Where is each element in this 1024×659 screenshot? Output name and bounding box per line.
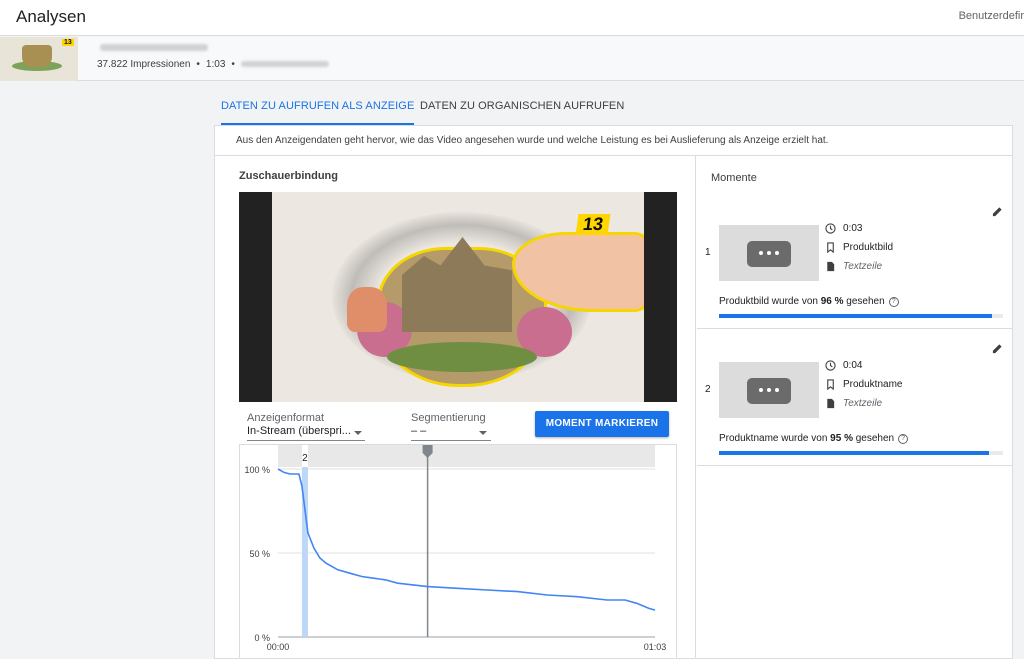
- moment-stat: Produktbild wurde von 96 % gesehen?: [719, 296, 899, 307]
- x-tick-label: 01:03: [644, 642, 667, 652]
- moment-type: Produktbild: [843, 242, 894, 253]
- moment-card-2[interactable]: 2 0:04 Produktname Textzeile Produktname…: [697, 329, 1013, 466]
- frame-grass: [387, 342, 537, 372]
- tab-ad-views[interactable]: DATEN ZU AUFRUFEN ALS ANZEIGE: [221, 94, 415, 125]
- moments-pane: Momente 1 0:03 Produktbild Textzeile Pro…: [697, 156, 1013, 659]
- edit-pencil-icon[interactable]: [992, 343, 1003, 354]
- retention-title: Zuschauerbindung: [239, 170, 338, 182]
- thumbnail-badge: 13: [62, 39, 74, 46]
- clock-icon: [825, 360, 836, 371]
- clock-icon: [825, 223, 836, 234]
- moment-progress-fill: [719, 451, 989, 455]
- moment-time: 0:03: [843, 223, 863, 234]
- video-preview[interactable]: 13: [239, 192, 677, 402]
- ad-format-select[interactable]: In-Stream (überspri...: [247, 425, 351, 437]
- retention-controls: Anzeigenformat In-Stream (überspri... Se…: [239, 404, 677, 444]
- meta-separator: •: [231, 59, 235, 70]
- timeline-strip: [278, 445, 655, 467]
- video-title-redacted: [100, 44, 208, 51]
- moment-stat-suffix: gesehen: [852, 433, 895, 444]
- segmentation-select[interactable]: – –: [411, 425, 426, 437]
- frame-badge: 13: [575, 214, 611, 235]
- moment-progress-bar: [719, 451, 1003, 455]
- retention-chart[interactable]: 100 % 50 % 0 % 2 00:00 01:03: [239, 444, 677, 659]
- moments-title: Momente: [711, 172, 757, 184]
- moment-card-1[interactable]: 1 0:03 Produktbild Textzeile Produktbild…: [697, 192, 1013, 329]
- frame-person: [347, 287, 387, 332]
- video-info-bar: 13 37.822 Impressionen • 1:03 •: [0, 37, 1024, 81]
- segmentation-underline: [411, 440, 491, 441]
- impressions-count: 37.822 Impressionen: [97, 59, 191, 70]
- moment-stat: Produktname wurde von 95 % gesehen?: [719, 433, 909, 444]
- help-icon[interactable]: ?: [888, 297, 899, 307]
- more-dots-icon: [747, 378, 791, 404]
- document-icon: [827, 261, 835, 272]
- moment-time: 0:04: [843, 360, 863, 371]
- y-tick-label: 50 %: [249, 549, 270, 559]
- chevron-down-icon[interactable]: [354, 431, 362, 435]
- moment-stat-prefix: Produktbild wurde von: [719, 296, 821, 307]
- document-icon: [827, 398, 835, 409]
- retention-pane: Zuschauerbindung 13 Anzeigenformat In-St…: [215, 156, 696, 659]
- meta-separator: •: [196, 59, 200, 70]
- more-dots-icon: [747, 241, 791, 267]
- bookmark-icon: [827, 379, 834, 390]
- moment-number: 1: [705, 247, 711, 258]
- moment-text: Textzeile: [843, 261, 883, 272]
- moment-number: 2: [705, 384, 711, 395]
- retention-line: [277, 468, 656, 611]
- edit-pencil-icon[interactable]: [992, 206, 1003, 217]
- moment-stat-value: 96 %: [820, 296, 844, 307]
- analytics-card: Aus den Anzeigendaten geht hervor, wie d…: [214, 125, 1013, 659]
- tab-organic-views[interactable]: DATEN ZU ORGANISCHEN AUFRUFEN: [420, 94, 624, 125]
- channel-name-redacted: [240, 61, 329, 68]
- custom-range-link[interactable]: Benutzerdefir: [959, 10, 1024, 22]
- moment-text: Textzeile: [843, 398, 883, 409]
- moment-stat-suffix: gesehen: [843, 296, 885, 307]
- retention-chart-svg: 100 %50 %0 %200:00 01:03: [244, 445, 667, 652]
- ad-format-underline: [247, 440, 365, 441]
- ad-format-label: Anzeigenformat: [247, 412, 325, 424]
- top-bar: Analysen Benutzerdefir: [0, 0, 1024, 36]
- segmentation-label: Segmentierung: [411, 412, 486, 424]
- y-tick-label: 100 %: [244, 465, 270, 475]
- video-duration: 1:03: [205, 59, 226, 70]
- x-tick-label: 00:00: [267, 642, 290, 652]
- bookmark-icon: [827, 242, 834, 253]
- description-text: Aus den Anzeigendaten geht hervor, wie d…: [236, 135, 829, 146]
- help-icon[interactable]: ?: [898, 434, 909, 444]
- video-thumbnail[interactable]: 13: [0, 37, 78, 81]
- moment-thumbnail-placeholder: [719, 225, 819, 281]
- video-frame: 13: [272, 192, 644, 402]
- moment-progress-bar: [719, 314, 1003, 318]
- chevron-down-icon[interactable]: [479, 431, 487, 435]
- moment-marker-label: 2: [302, 453, 308, 464]
- mark-moment-button[interactable]: MOMENT MARKIEREN: [535, 411, 669, 437]
- page-title: Analysen: [16, 7, 86, 26]
- video-meta: 37.822 Impressionen • 1:03 •: [97, 59, 329, 70]
- moment-stat-value: 95 %: [830, 433, 853, 444]
- moment-type: Produktname: [843, 379, 903, 390]
- moment-progress-fill: [719, 314, 992, 318]
- thumbnail-building: [22, 45, 52, 67]
- moment-thumbnail-placeholder: [719, 362, 819, 418]
- moment-stat-prefix: Produktname wurde von: [719, 433, 831, 444]
